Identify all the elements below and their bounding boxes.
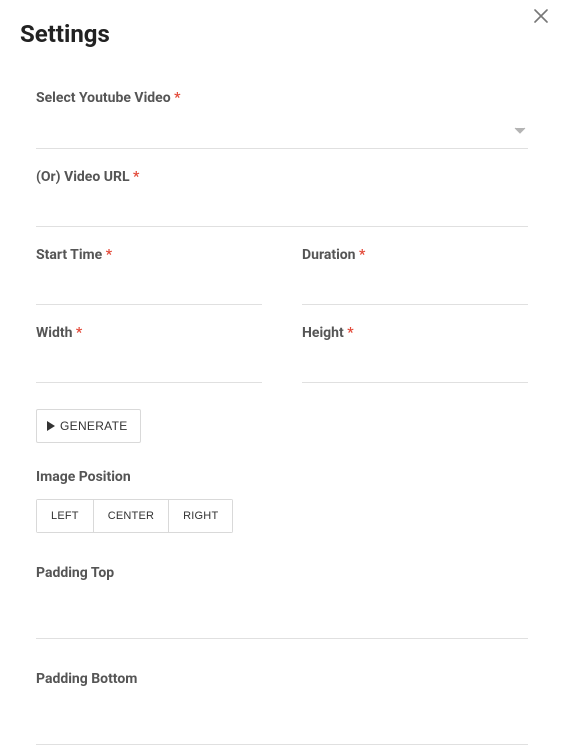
height-input[interactable]: [302, 343, 528, 383]
page-title: Settings: [0, 0, 564, 62]
label-text: Select Youtube Video: [36, 90, 171, 106]
generate-button[interactable]: GENERATE: [36, 409, 141, 443]
required-marker: *: [347, 325, 353, 341]
padding-bottom-input[interactable]: [36, 689, 528, 745]
start-time-input[interactable]: [36, 265, 262, 305]
select-youtube-video-field: Select Youtube Video *: [36, 90, 528, 149]
caret-down-icon: [514, 120, 526, 128]
play-icon: [47, 421, 55, 431]
start-time-label: Start Time *: [36, 247, 262, 263]
start-time-field: Start Time *: [36, 247, 262, 305]
label-text: Height: [302, 325, 344, 341]
required-marker: *: [106, 247, 112, 263]
position-right-button[interactable]: RIGHT: [169, 499, 233, 533]
image-position-label: Image Position: [36, 469, 528, 485]
position-center-button[interactable]: CENTER: [94, 499, 169, 533]
video-url-label: (Or) Video URL *: [36, 169, 528, 185]
duration-label: Duration *: [302, 247, 528, 263]
padding-top-label: Padding Top: [36, 565, 528, 581]
label-text: Start Time: [36, 247, 102, 263]
label-text: Duration: [302, 247, 356, 263]
width-input[interactable]: [36, 343, 262, 383]
select-youtube-video-label: Select Youtube Video *: [36, 90, 528, 106]
padding-top-field: Padding Top: [36, 565, 528, 639]
padding-bottom-field: Padding Bottom: [36, 671, 528, 745]
required-marker: *: [174, 90, 180, 106]
required-marker: *: [76, 325, 82, 341]
duration-input[interactable]: [302, 265, 528, 305]
video-url-field: (Or) Video URL *: [36, 169, 528, 227]
generate-label: GENERATE: [60, 419, 128, 433]
required-marker: *: [359, 247, 365, 263]
label-text: Width: [36, 325, 72, 341]
width-field: Width *: [36, 325, 262, 383]
duration-field: Duration *: [302, 247, 528, 305]
select-youtube-video-dropdown[interactable]: [36, 116, 528, 138]
required-marker: *: [133, 169, 139, 185]
padding-bottom-label: Padding Bottom: [36, 671, 528, 687]
image-position-group: LEFT CENTER RIGHT: [36, 499, 233, 533]
video-url-input[interactable]: [36, 187, 528, 227]
size-row: Width * Height *: [36, 325, 528, 383]
height-label: Height *: [302, 325, 528, 341]
settings-form: Select Youtube Video * (Or) Video URL * …: [0, 62, 564, 745]
height-field: Height *: [302, 325, 528, 383]
width-label: Width *: [36, 325, 262, 341]
close-button[interactable]: [530, 6, 552, 28]
label-text: (Or) Video URL: [36, 169, 130, 185]
time-row: Start Time * Duration *: [36, 247, 528, 305]
close-icon: [534, 7, 548, 27]
padding-top-input[interactable]: [36, 583, 528, 639]
position-left-button[interactable]: LEFT: [36, 499, 94, 533]
